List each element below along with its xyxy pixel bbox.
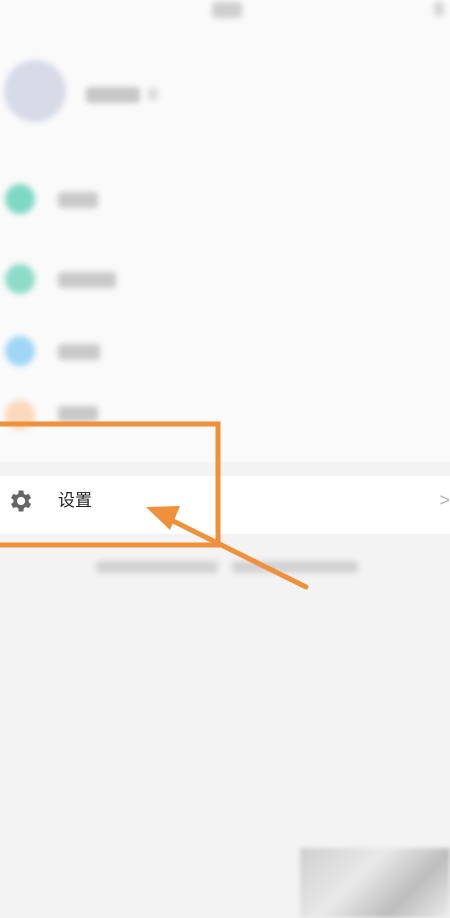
profile-panel: [0, 0, 450, 462]
chevron-right-icon: [148, 88, 158, 100]
menu-item-label[interactable]: [58, 192, 98, 208]
user-name: [86, 87, 140, 103]
menu-item-icon: [5, 264, 35, 294]
menu-item-label[interactable]: [58, 406, 98, 422]
footer-link[interactable]: [232, 561, 358, 573]
menu-item-icon: [5, 184, 35, 214]
header-tab[interactable]: [212, 2, 242, 18]
footer-link[interactable]: [96, 561, 218, 573]
gear-icon: [6, 487, 34, 515]
settings-label: 设置: [58, 491, 92, 510]
watermark: [300, 848, 450, 918]
menu-item-icon: [5, 336, 35, 366]
menu-item-label[interactable]: [58, 344, 100, 360]
menu-item-label[interactable]: [58, 272, 116, 288]
chevron-right-icon: >: [439, 490, 450, 510]
avatar[interactable]: [4, 60, 66, 122]
header-icon[interactable]: [434, 2, 444, 16]
menu-item-icon: [5, 400, 35, 430]
